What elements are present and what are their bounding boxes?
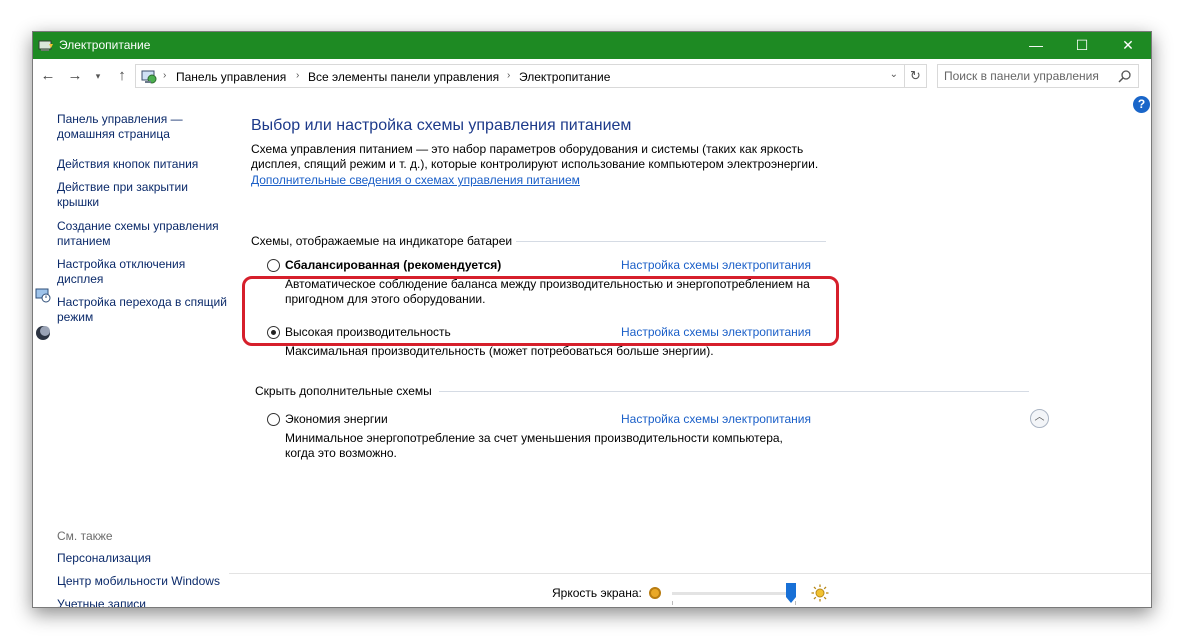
battery-plans-group-label: Схемы, отображаемые на индикаторе батаре… [251, 234, 513, 248]
collapse-chevron-up-icon[interactable]: ︿ [1030, 409, 1049, 428]
plan-settings-link[interactable]: Настройка схемы электропитания [621, 412, 811, 426]
up-button[interactable]: ↑ [113, 67, 131, 85]
see-also-label: См. также [57, 529, 113, 543]
see-also-mobility-center[interactable]: Центр мобильности Windows [57, 574, 227, 589]
breadcrumb-separator-icon[interactable]: › [163, 70, 166, 81]
plan-name[interactable]: Экономия энергии [285, 412, 388, 426]
see-also-user-accounts[interactable]: Учетные записи пользователей [57, 597, 197, 607]
window-title: Электропитание [59, 38, 151, 52]
address-bar: ← → ▾ ↑ › Панель управления › Все элемен… [33, 59, 1151, 93]
minimize-button[interactable]: — [1013, 32, 1059, 59]
moon-icon [36, 326, 50, 340]
dim-brightness-icon [649, 587, 661, 599]
brightness-label: Яркость экрана: [552, 586, 642, 600]
search-icon[interactable] [1118, 69, 1132, 83]
page-description: Схема управления питанием — это набор па… [251, 142, 819, 171]
plan-description: Максимальная производительность (может п… [285, 344, 714, 358]
power-options-icon [38, 40, 53, 51]
search-input[interactable] [944, 68, 1114, 84]
control-panel-icon [141, 70, 157, 84]
search-box[interactable] [937, 64, 1139, 88]
plan-radio-balanced[interactable] [267, 259, 280, 272]
group-divider [516, 241, 826, 242]
breadcrumb-power-options[interactable]: Электропитание [519, 70, 610, 84]
help-icon[interactable]: ? [1133, 96, 1150, 113]
sidebar: Панель управления — домашняя страница Де… [33, 93, 233, 607]
power-options-window: Электропитание — ☐ ✕ ← → ▾ ↑ › Панель уп… [32, 31, 1152, 608]
page-title: Выбор или настройка схемы управления пит… [251, 117, 632, 134]
display-clock-icon [35, 288, 51, 303]
breadcrumb-separator-icon[interactable]: › [296, 70, 299, 81]
brightness-slider-thumb[interactable] [786, 583, 796, 603]
see-also-personalization[interactable]: Персонализация [57, 551, 227, 566]
title-bar: Электропитание — ☐ ✕ [33, 32, 1151, 59]
breadcrumb-control-panel[interactable]: Панель управления [176, 70, 286, 84]
sidebar-item-lid-close[interactable]: Действие при закрытии крышки [57, 180, 227, 210]
breadcrumb-all-items[interactable]: Все элементы панели управления [308, 70, 499, 84]
brightness-bar: Яркость экрана: [229, 573, 1151, 607]
forward-button[interactable]: → [66, 67, 84, 85]
more-info-link[interactable]: Дополнительные сведения о схемах управле… [251, 173, 580, 187]
group-divider [439, 391, 1029, 392]
address-dropdown-chevron-icon[interactable]: ⌄ [890, 69, 898, 80]
sidebar-item-create-plan[interactable]: Создание схемы управления питанием [57, 219, 227, 249]
recent-locations-chevron-icon[interactable]: ▾ [89, 67, 107, 85]
maximize-button[interactable]: ☐ [1059, 32, 1105, 59]
plan-description: Минимальное энергопотребление за счет ум… [285, 431, 783, 460]
bright-sun-icon [811, 584, 829, 602]
sidebar-item-control-panel-home[interactable]: Панель управления — домашняя страница [57, 112, 227, 142]
sidebar-item-sleep[interactable]: Настройка перехода в спящий режим [57, 295, 227, 325]
back-button[interactable]: ← [39, 67, 57, 85]
breadcrumb-separator-icon[interactable]: › [507, 70, 510, 81]
plan-settings-link[interactable]: Настройка схемы электропитания [621, 258, 811, 272]
sidebar-item-display-off[interactable]: Настройка отключения дисплея [57, 257, 227, 287]
close-button[interactable]: ✕ [1105, 32, 1151, 59]
refresh-button[interactable]: ↻ [905, 64, 927, 88]
breadcrumb[interactable]: › Панель управления › Все элементы панел… [135, 64, 905, 88]
brightness-slider-track[interactable] [672, 592, 796, 595]
sidebar-item-power-buttons[interactable]: Действия кнопок питания [57, 157, 227, 172]
hide-additional-plans-label[interactable]: Скрыть дополнительные схемы [255, 384, 432, 398]
plan-radio-power-saver[interactable] [267, 413, 280, 426]
plan-name[interactable]: Сбалансированная (рекомендуется) [285, 258, 501, 272]
selected-plan-highlight [242, 276, 839, 346]
brightness-slider-ticks [672, 601, 796, 605]
